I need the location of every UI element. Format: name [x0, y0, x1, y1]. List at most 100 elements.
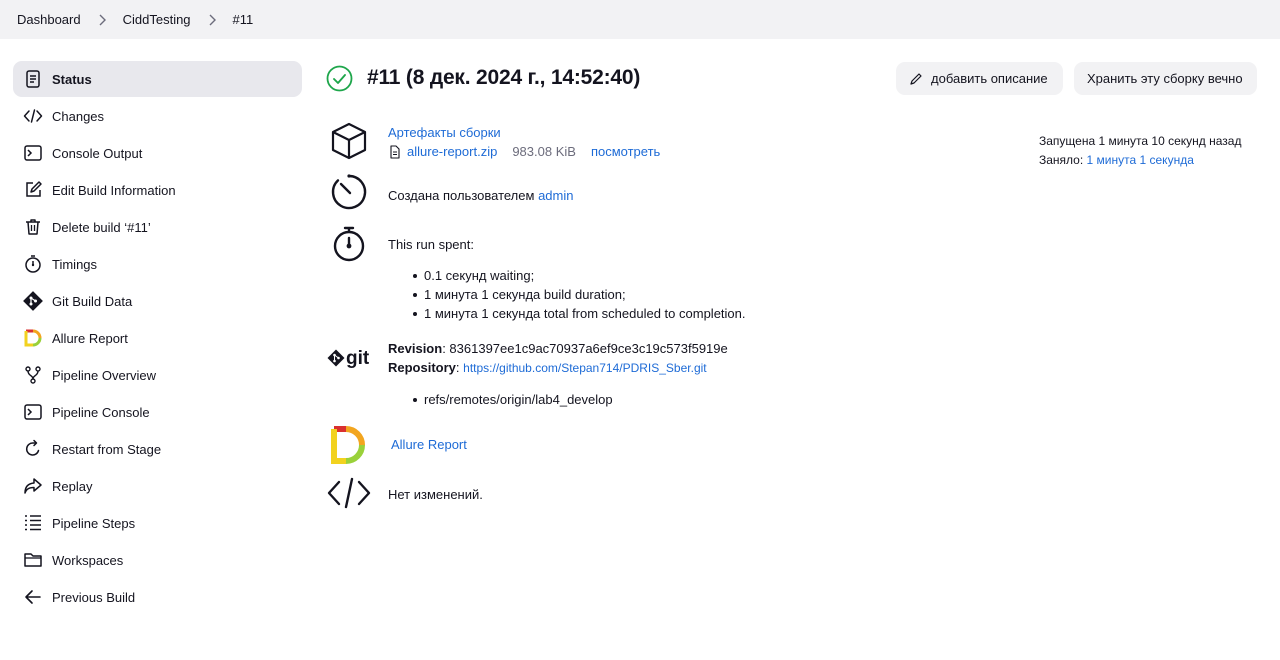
run-info: Запущена 1 минута 10 секунд назад Заняло… — [1039, 132, 1264, 170]
sidebar-item-restart-from-stage[interactable]: Restart from Stage — [13, 431, 302, 467]
sidebar-item-label: Allure Report — [52, 330, 128, 346]
stopwatch-icon — [23, 254, 43, 274]
artifacts-link[interactable]: Артефакты сборки — [388, 123, 788, 142]
started-text: Запущена 1 минута 10 секунд назад — [1039, 134, 1242, 148]
keep-forever-button[interactable]: Хранить эту сборку вечно — [1074, 62, 1257, 95]
stopwatch-icon — [326, 224, 372, 270]
steps-icon — [23, 513, 43, 533]
sidebar-item-delete-build[interactable]: Delete build ‘#11’ — [13, 209, 302, 245]
timing-section: This run spent: 0.1 секунд waiting; 1 ми… — [326, 224, 746, 321]
chevron-right-icon[interactable] — [200, 12, 224, 28]
terminal-icon — [23, 143, 43, 163]
sidebar-item-timings[interactable]: Timings — [13, 246, 302, 282]
sidebar-item-console-output[interactable]: Console Output — [13, 135, 302, 171]
add-description-label: добавить описание — [931, 71, 1048, 86]
sidebar-item-label: Timings — [52, 256, 98, 272]
breadcrumb: Dashboard CiddTesting #11 — [0, 0, 1280, 39]
sidebar-item-label: Status — [52, 71, 92, 87]
trash-icon — [23, 217, 43, 237]
artifact-file-link[interactable]: allure-report.zip — [407, 142, 497, 161]
cause-user-link[interactable]: admin — [538, 188, 573, 203]
add-description-button[interactable]: добавить описание — [896, 62, 1063, 95]
list-item: 1 минута 1 секунда total from scheduled … — [412, 304, 888, 323]
breadcrumb-build[interactable]: #11 — [233, 12, 254, 27]
success-check-icon — [326, 65, 353, 91]
arrow-left-icon — [23, 587, 43, 607]
sidebar-item-label: Replay — [52, 478, 93, 494]
pipeline-overview-icon — [23, 365, 43, 385]
artifact-file: allure-report.zip 983.08 KiB посмотреть — [388, 142, 788, 161]
code-icon — [23, 106, 43, 126]
code-icon — [326, 473, 372, 519]
changes-section: Нет изменений. — [326, 473, 483, 519]
artifact-size: 983.08 KiB — [512, 144, 576, 159]
page-title: #11 (8 дек. 2024 г., 14:52:40) — [367, 66, 641, 89]
sidebar-item-workspaces[interactable]: Workspaces — [13, 542, 302, 578]
timing-heading: This run spent: — [388, 237, 474, 252]
cause-section: Создана пользователем admin — [326, 172, 573, 218]
keep-forever-label: Хранить эту сборку вечно — [1087, 71, 1243, 86]
list-item: 1 минута 1 секунда build duration; — [412, 285, 888, 304]
took-duration-link[interactable]: 1 минута 1 секунда — [1087, 153, 1194, 167]
sidebar-item-pipeline-overview[interactable]: Pipeline Overview — [13, 357, 302, 393]
sidebar: Status Changes Console Output Edit Build… — [13, 61, 302, 616]
status-icon — [23, 69, 43, 89]
artifacts-section: Артефакты сборки allure-report.zip 983.0… — [326, 121, 660, 167]
sidebar-item-label: Console Output — [52, 145, 143, 161]
sidebar-item-label: Git Build Data — [52, 293, 133, 309]
build-header: #11 (8 дек. 2024 г., 14:52:40) — [326, 61, 640, 95]
pencil-icon — [910, 72, 922, 85]
took-label: Заняло: — [1039, 153, 1084, 167]
breadcrumb-dashboard[interactable]: Dashboard — [17, 12, 81, 27]
list-item: refs/remotes/origin/lab4_develop — [412, 390, 888, 409]
git-icon — [23, 291, 43, 311]
sidebar-item-changes[interactable]: Changes — [13, 98, 302, 134]
terminal-icon — [23, 402, 43, 422]
sidebar-item-status[interactable]: Status — [13, 61, 302, 97]
list-item: 0.1 секунд waiting; — [412, 266, 888, 285]
sidebar-item-allure-report[interactable]: Allure Report — [13, 320, 302, 356]
revision-hash: 8361397ee1c9ac70937a6ef9ce3c19c573f5919e — [449, 341, 728, 356]
breadcrumb-job[interactable]: CiddTesting — [123, 12, 191, 27]
svg-text:git: git — [346, 348, 370, 369]
took-line: Заняло: 1 минута 1 секунда — [1039, 151, 1264, 170]
sidebar-item-label: Pipeline Overview — [52, 367, 157, 383]
sidebar-item-replay[interactable]: Replay — [13, 468, 302, 504]
folder-icon — [23, 550, 43, 570]
chevron-right-icon[interactable] — [90, 12, 114, 28]
git-section: git Revision: 8361397ee1c9ac70937a6ef9ce… — [326, 339, 728, 407]
cause-text: Создана пользователем — [388, 188, 535, 203]
artifact-view-link[interactable]: посмотреть — [591, 142, 660, 161]
sidebar-item-label: Pipeline Steps — [52, 515, 136, 531]
sidebar-item-pipeline-console[interactable]: Pipeline Console — [13, 394, 302, 430]
repository-link[interactable]: https://github.com/Stepan714/PDRIS_Sber.… — [463, 361, 706, 375]
refs-list: refs/remotes/origin/lab4_develop — [412, 390, 888, 409]
edit-icon — [23, 180, 43, 200]
sidebar-item-label: Edit Build Information — [52, 182, 176, 198]
sidebar-item-label: Previous Build — [52, 589, 136, 605]
file-icon — [390, 144, 400, 159]
sidebar-item-git-build-data[interactable]: Git Build Data — [13, 283, 302, 319]
sidebar-item-label: Changes — [52, 108, 105, 124]
revision-line: Revision: 8361397ee1c9ac70937a6ef9ce3c19… — [388, 341, 728, 356]
sidebar-item-previous-build[interactable]: Previous Build — [13, 579, 302, 615]
package-icon — [326, 121, 372, 167]
sidebar-item-label: Workspaces — [52, 552, 124, 568]
repository-label: Repository — [388, 360, 456, 375]
replay-icon — [23, 476, 43, 496]
allure-report-link[interactable]: Allure Report — [391, 437, 467, 452]
allure-icon — [326, 425, 372, 471]
sidebar-item-label: Pipeline Console — [52, 404, 150, 420]
allure-section: Allure Report — [326, 425, 467, 471]
git-logo-icon: git — [326, 339, 374, 385]
sidebar-item-label: Restart from Stage — [52, 441, 162, 457]
sidebar-item-pipeline-steps[interactable]: Pipeline Steps — [13, 505, 302, 541]
sidebar-item-edit-build-information[interactable]: Edit Build Information — [13, 172, 302, 208]
revision-label: Revision — [388, 341, 443, 356]
no-changes-text: Нет изменений. — [388, 487, 483, 502]
repository-line: Repository: https://github.com/Stepan714… — [388, 360, 707, 375]
allure-icon — [23, 328, 43, 348]
timing-list: 0.1 секунд waiting; 1 минута 1 секунда b… — [412, 266, 888, 323]
restart-icon — [23, 439, 43, 459]
sidebar-item-label: Delete build ‘#11’ — [52, 219, 151, 235]
